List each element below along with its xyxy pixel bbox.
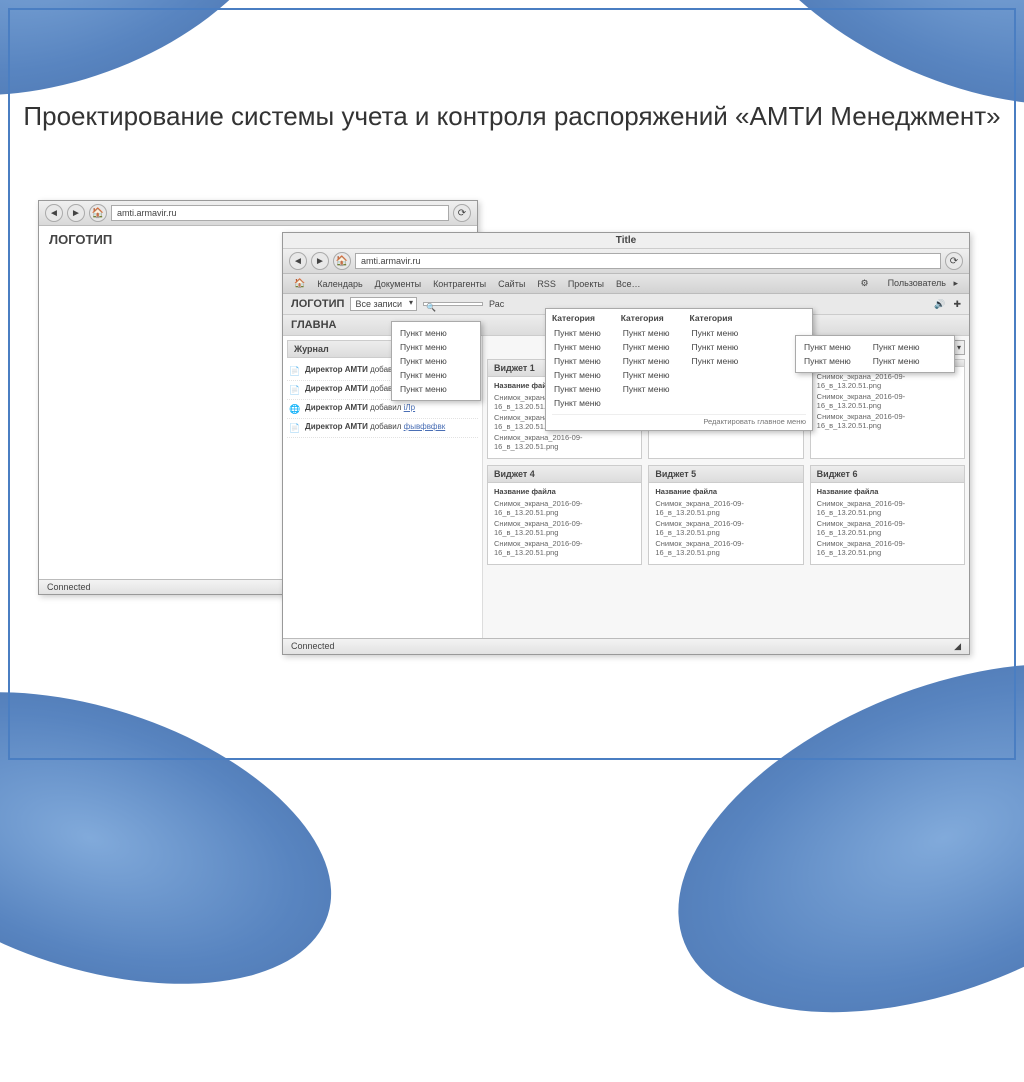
menu-item[interactable]: Пункт меню <box>398 368 474 382</box>
menu-item[interactable]: Пункт меню <box>621 326 672 340</box>
menu-item[interactable]: Документы <box>370 277 426 291</box>
menu-item[interactable]: Контрагенты <box>428 277 491 291</box>
file-row[interactable]: Снимок_экрана_2016-09-16_в_13.20.51.png <box>655 518 796 538</box>
menu-item[interactable]: Пункт меню <box>398 354 474 368</box>
journal-link[interactable]: фывфвфвк <box>404 422 446 431</box>
menu-item[interactable]: Пункт меню <box>398 340 474 354</box>
decor-swoosh <box>665 0 1024 176</box>
menu-item[interactable]: Пункт меню <box>871 340 922 354</box>
category-header: Категория <box>690 313 741 323</box>
file-row[interactable]: Снимок_экрана_2016-09-16_в_13.20.51.png <box>817 538 958 558</box>
forward-button[interactable]: ► <box>67 204 85 222</box>
resize-grip-icon[interactable]: ◢ <box>954 641 961 652</box>
menu-item[interactable]: Пункт меню <box>621 340 672 354</box>
menu-item[interactable]: Пункт меню <box>621 368 672 382</box>
menu-item[interactable]: Пункт меню <box>398 382 474 396</box>
menu-item[interactable]: Пункт меню <box>802 354 853 368</box>
widget-header: Виджет 6 <box>811 466 964 483</box>
widget-header: Виджет 5 <box>649 466 802 483</box>
menu-item[interactable]: Пункт меню <box>690 354 741 368</box>
gear-icon[interactable]: ⚙ <box>855 276 873 291</box>
widget-header: Виджет 4 <box>488 466 641 483</box>
file-icon: 📄 <box>289 422 301 434</box>
menu-item[interactable]: Пункт меню <box>871 354 922 368</box>
menu-item[interactable]: Пункт меню <box>552 382 603 396</box>
url-input[interactable]: amti.armavir.ru <box>355 253 941 269</box>
home-icon[interactable]: 🏠 <box>289 276 310 291</box>
file-row[interactable]: Снимок_экрана_2016-09-16_в_13.20.51.png <box>655 498 796 518</box>
file-row[interactable]: Снимок_экрана_2016-09-16_в_13.20.51.png <box>494 518 635 538</box>
journal-link[interactable]: iЛр <box>404 403 415 412</box>
reload-button[interactable]: ⟳ <box>453 204 471 222</box>
main-menu: 🏠 Календарь Документы Контрагенты Сайты … <box>283 274 969 294</box>
menu-item[interactable]: Пункт меню <box>690 340 741 354</box>
back-button[interactable]: ◄ <box>45 204 63 222</box>
menu-item[interactable]: Пункт меню <box>552 354 603 368</box>
menu-item[interactable]: Пункт меню <box>552 340 603 354</box>
category-header: Категория <box>621 313 672 323</box>
menu-item[interactable]: Пункт меню <box>552 396 603 410</box>
menu-item[interactable]: Пункт меню <box>690 326 741 340</box>
widget: Снимок_экрана_2016-09-16_в_13.20.51.pngС… <box>810 359 965 459</box>
filter-dropdown[interactable]: Пункт менюПункт менюПункт менюПункт меню… <box>391 321 481 401</box>
menu-item[interactable]: Сайты <box>493 277 530 291</box>
status-bar: Connected ◢ <box>283 638 969 654</box>
widget: Виджет 4Название файлаСнимок_экрана_2016… <box>487 465 642 565</box>
sound-icon[interactable]: 🔊 <box>934 299 945 310</box>
menu-item[interactable]: Проекты <box>563 277 609 291</box>
back-button[interactable]: ◄ <box>289 252 307 270</box>
window-title: Title <box>283 233 969 249</box>
menu-item[interactable]: Пункт меню <box>621 354 672 368</box>
file-row[interactable]: Снимок_экрана_2016-09-16_в_13.20.51.png <box>655 538 796 558</box>
file-row[interactable]: Снимок_экрана_2016-09-16_в_13.20.51.png <box>817 391 958 411</box>
add-icon[interactable]: ✚ <box>953 299 961 310</box>
journal-item: 📄 Директор АМТИ добавил фывфвфвк <box>287 419 478 438</box>
search-input[interactable] <box>423 302 483 306</box>
home-button[interactable]: 🏠 <box>89 204 107 222</box>
file-icon: 🌐 <box>289 403 301 415</box>
file-icon: 📄 <box>289 384 301 396</box>
widget: Виджет 5Название файлаСнимок_экрана_2016… <box>648 465 803 565</box>
menu-item[interactable]: Пункт меню <box>398 326 474 340</box>
toolbar: ◄ ► 🏠 amti.armavir.ru ⟳ <box>283 249 969 274</box>
menu-item[interactable]: Календарь <box>312 277 367 291</box>
file-row[interactable]: Снимок_экрана_2016-09-16_в_13.20.51.png <box>817 498 958 518</box>
reload-button[interactable]: ⟳ <box>945 252 963 270</box>
menu-item[interactable]: Пункт меню <box>621 382 672 396</box>
add-widget-dropdown[interactable]: Пункт менюПункт менюПункт менюПункт меню <box>795 335 955 373</box>
widget: Виджет 6Название файлаСнимок_экрана_2016… <box>810 465 965 565</box>
user-menu[interactable]: Пользователь ▸ <box>878 276 963 291</box>
url-input[interactable]: amti.armavir.ru <box>111 205 449 221</box>
edit-main-menu-link[interactable]: Редактировать главное меню <box>552 414 806 426</box>
filter-select[interactable]: Все записи <box>350 297 417 311</box>
file-row[interactable]: Снимок_экрана_2016-09-16_в_13.20.51.png <box>817 518 958 538</box>
file-row[interactable]: Снимок_экрана_2016-09-16_в_13.20.51.png <box>817 371 958 391</box>
file-row[interactable]: Снимок_экрана_2016-09-16_в_13.20.51.png <box>494 498 635 518</box>
category-header: Категория <box>552 313 603 323</box>
browser-window-2: Title ◄ ► 🏠 amti.armavir.ru ⟳ 🏠 Календар… <box>282 232 970 655</box>
file-row[interactable]: Снимок_экрана_2016-09-16_в_13.20.51.png <box>817 411 958 431</box>
forward-button[interactable]: ► <box>311 252 329 270</box>
menu-item[interactable]: Пункт меню <box>552 368 603 382</box>
file-row[interactable]: Снимок_экрана_2016-09-16_в_13.20.51.png <box>494 432 635 452</box>
home-button[interactable]: 🏠 <box>333 252 351 270</box>
logo-text: ЛОГОТИП <box>291 298 344 310</box>
decor-swoosh <box>0 637 368 1039</box>
menu-item[interactable]: Пункт меню <box>552 326 603 340</box>
menu-item[interactable]: Все… <box>611 277 646 291</box>
toolbar: ◄ ► 🏠 amti.armavir.ru ⟳ <box>39 201 477 226</box>
filter-extra-label: Рас <box>489 299 504 309</box>
slide-title: Проектирование системы учета и контроля … <box>0 100 1024 134</box>
categories-dropdown[interactable]: КатегорияПункт менюПункт менюПункт менюП… <box>545 308 813 431</box>
file-row[interactable]: Снимок_экрана_2016-09-16_в_13.20.51.png <box>494 538 635 558</box>
menu-item[interactable]: Пункт меню <box>802 340 853 354</box>
menu-item[interactable]: RSS <box>532 277 561 291</box>
journal-item: 🌐 Директор АМТИ добавил iЛр <box>287 400 478 419</box>
decor-swoosh <box>628 594 1024 1082</box>
file-icon: 📄 <box>289 365 301 377</box>
